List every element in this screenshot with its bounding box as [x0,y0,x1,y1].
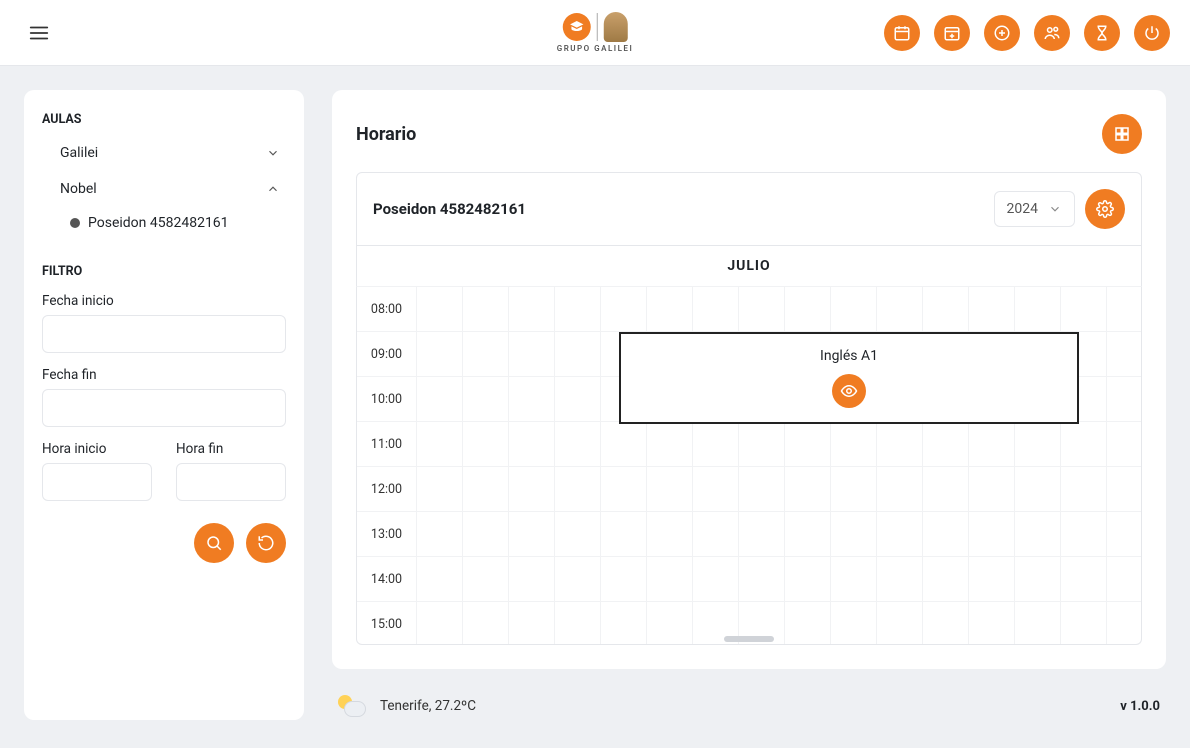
schedule-toolbar: Poseidon 4582482161 2024 [356,172,1142,246]
divider [38,253,290,254]
schedule-event[interactable]: Inglés A1 [619,332,1079,424]
status-dot-icon [70,218,80,228]
topbar: GRUPO GALILEI [0,0,1190,66]
time-slot: 12:00 [357,467,416,512]
room-name: Poseidon 4582482161 [373,200,526,218]
graduation-cap-icon [562,13,590,41]
settings-button[interactable] [1085,189,1125,229]
fecha-inicio-label: Fecha inicio [42,293,286,309]
aulas-title: AULAS [42,112,286,127]
chevron-down-icon [1048,202,1062,216]
users-button[interactable] [1034,15,1070,51]
tree-label: Nobel [60,181,97,197]
hora-inicio-input[interactable] [42,463,152,501]
tree-item-nobel[interactable]: Nobel [42,171,286,207]
weather-text: Tenerife, 27.2ºC [380,698,476,714]
fecha-fin-input[interactable] [42,389,286,427]
bust-icon [603,12,627,42]
add-button[interactable] [984,15,1020,51]
year-select[interactable]: 2024 [994,191,1075,227]
time-slot: 14:00 [357,557,416,602]
hora-inicio-label: Hora inicio [42,441,152,457]
calendar-button[interactable] [884,15,920,51]
version-label: v 1.0.0 [1120,699,1160,714]
tree-item-galilei[interactable]: Galilei [42,135,286,171]
page-title: Horario [356,124,416,145]
time-slot: 11:00 [357,422,416,467]
fecha-fin-label: Fecha fin [42,367,286,383]
hora-fin-input[interactable] [176,463,286,501]
top-actions [884,15,1170,51]
hourglass-button[interactable] [1084,15,1120,51]
chevron-down-icon [266,146,280,160]
time-slot: 09:00 [357,332,416,377]
chevron-up-icon [266,182,280,196]
scrollbar-thumb[interactable] [724,636,774,642]
view-event-button[interactable] [832,374,866,408]
sidebar: AULAS Galilei Nobel Poseidon 4582482161 … [24,90,304,720]
tree-label: Galilei [60,145,98,161]
power-button[interactable] [1134,15,1170,51]
weather-widget: Tenerife, 27.2ºC [338,695,476,717]
search-button[interactable] [194,523,234,563]
calendar-add-button[interactable] [934,15,970,51]
event-title: Inglés A1 [820,348,878,364]
month-header: JULIO [356,246,1142,287]
brand-logo: GRUPO GALILEI [557,12,633,53]
brand-text: GRUPO GALILEI [557,44,633,53]
tree-item-room[interactable]: Poseidon 4582482161 [42,207,286,239]
time-slot: 10:00 [357,377,416,422]
time-slot: 13:00 [357,512,416,557]
tree-label: Poseidon 4582482161 [88,215,229,231]
schedule-grid[interactable]: 08:0009:0010:0011:0012:0013:0014:0015:00… [356,287,1142,645]
time-slot: 15:00 [357,602,416,645]
reset-button[interactable] [246,523,286,563]
weather-icon [338,695,366,717]
time-column: 08:0009:0010:0011:0012:0013:0014:0015:00 [357,287,417,644]
main: Horario Poseidon 4582482161 2024 J [332,90,1166,717]
time-slot: 08:00 [357,287,416,332]
filtro-title: FILTRO [42,264,286,279]
schedule-card: Horario Poseidon 4582482161 2024 J [332,90,1166,669]
fecha-inicio-input[interactable] [42,315,286,353]
hora-fin-label: Hora fin [176,441,286,457]
footer: Tenerife, 27.2ºC v 1.0.0 [332,687,1166,717]
grid-view-button[interactable] [1102,114,1142,154]
menu-button[interactable] [20,14,58,52]
year-value: 2024 [1007,201,1038,217]
